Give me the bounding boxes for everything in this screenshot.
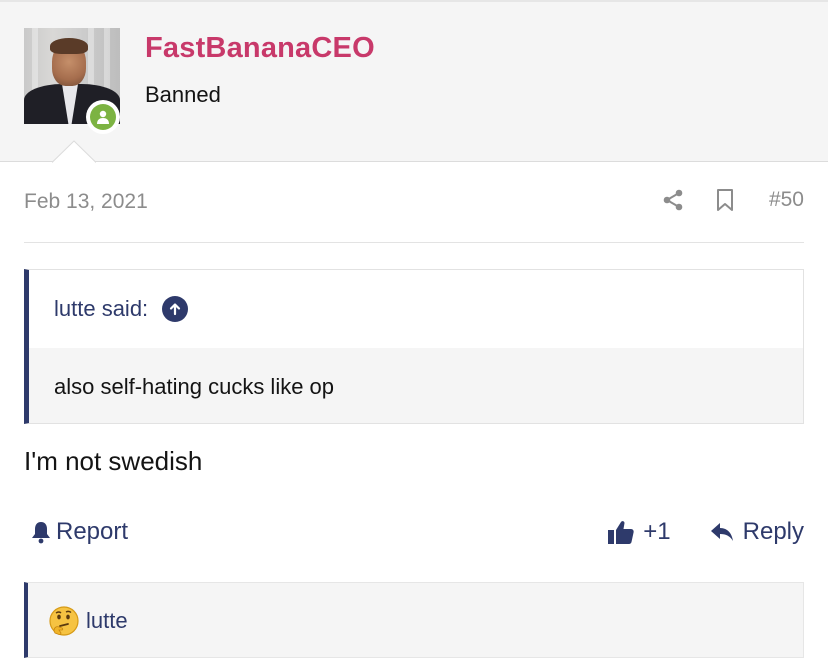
thumbs-up-icon [607, 518, 635, 546]
post-date[interactable]: Feb 13, 2021 [24, 190, 148, 214]
message-pointer-arrow [52, 140, 96, 163]
post-actions: Report +1 Reply [24, 516, 804, 552]
post-body: I'm not swedish [24, 446, 203, 476]
report-button[interactable]: Report [30, 518, 128, 546]
like-button[interactable]: +1 [607, 518, 671, 546]
username-link[interactable]: FastBananaCEO [145, 32, 375, 65]
user-title: Banned [145, 82, 221, 107]
quote-attribution[interactable]: lutte said: [54, 296, 148, 322]
user-header: FastBananaCEO Banned [0, 0, 828, 162]
bell-icon [30, 520, 52, 544]
reply-label: Reply [742, 518, 804, 545]
reactions-bar[interactable]: lutte [24, 582, 804, 658]
reaction-user[interactable]: lutte [86, 608, 128, 634]
thinking-face-icon [48, 605, 80, 637]
bookmark-icon[interactable] [715, 188, 735, 212]
arrow-up-circle-icon[interactable] [162, 296, 189, 322]
reaction-item[interactable]: lutte [48, 605, 128, 637]
quote-header[interactable]: lutte said: [54, 296, 189, 322]
divider [24, 242, 804, 243]
post-number-link[interactable]: #50 [769, 188, 804, 212]
quote-content: also self-hating cucks like op [29, 348, 803, 423]
online-status-icon [86, 100, 120, 134]
report-label: Report [56, 518, 129, 545]
quote-block: lutte said: also self-hating cucks like … [24, 269, 804, 424]
share-icon[interactable] [661, 188, 685, 212]
post-meta: Feb 13, 2021 #50 [24, 188, 804, 218]
reply-icon [709, 520, 735, 544]
like-count: +1 [643, 518, 671, 545]
reply-button[interactable]: Reply [709, 518, 804, 546]
